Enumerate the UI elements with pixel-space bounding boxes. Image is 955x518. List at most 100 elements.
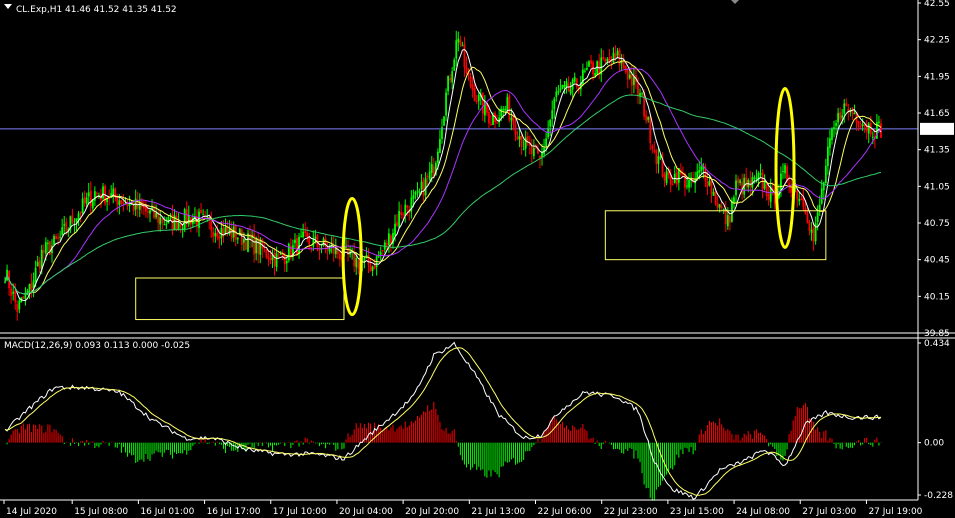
price-tick-label: 40.45 xyxy=(924,256,950,266)
candle-body xyxy=(469,76,472,87)
candle-body xyxy=(651,145,654,149)
price-tick-label: 39.85 xyxy=(924,329,950,339)
candle-body xyxy=(504,108,507,111)
candle-body xyxy=(22,296,25,299)
current-price-label: 41.52 xyxy=(924,125,950,135)
candle-body xyxy=(347,247,349,256)
candle-body xyxy=(18,300,21,310)
candle-body xyxy=(369,265,372,272)
candle-body xyxy=(871,136,874,138)
candle-body xyxy=(716,203,719,209)
candle-body xyxy=(575,78,578,87)
macd-tick-label: 0.434 xyxy=(924,339,950,349)
candle-body xyxy=(584,70,586,72)
candle-body xyxy=(424,178,427,196)
candle-body xyxy=(820,188,823,204)
candle-body xyxy=(418,191,421,193)
candle-body xyxy=(441,127,443,139)
candle-body xyxy=(308,237,311,245)
candle-body xyxy=(142,206,145,209)
candle-body xyxy=(426,175,429,178)
candle-body xyxy=(837,113,839,123)
candle-body xyxy=(75,218,78,222)
candle-body xyxy=(500,108,503,117)
candle-body xyxy=(367,255,370,265)
candle-body xyxy=(767,193,770,200)
candle-body xyxy=(784,165,786,174)
candle-body xyxy=(594,73,597,76)
candle-body xyxy=(379,252,382,255)
candle-body xyxy=(530,146,533,154)
candle-body xyxy=(590,60,592,64)
candle-body xyxy=(706,181,709,188)
candle-body xyxy=(216,232,219,238)
time-tick-label: 27 Jul 03:00 xyxy=(802,507,856,517)
candle-body xyxy=(726,215,729,227)
candle-body xyxy=(718,204,721,208)
candle-body xyxy=(36,261,39,267)
candle-body xyxy=(212,231,215,237)
candle-body xyxy=(630,74,633,86)
candle-body xyxy=(265,249,268,257)
candle-body xyxy=(488,111,490,124)
candle-body xyxy=(202,214,204,216)
candle-body xyxy=(394,223,396,236)
candle-body xyxy=(218,236,221,240)
candle-body xyxy=(179,224,182,227)
candle-body xyxy=(385,242,388,246)
candle-body xyxy=(569,89,572,94)
candle-body xyxy=(165,224,168,226)
candle-body xyxy=(381,250,384,252)
candle-body xyxy=(102,186,104,199)
candle-body xyxy=(390,235,392,243)
candle-body xyxy=(200,210,202,214)
candle-body xyxy=(622,61,625,69)
candle-body xyxy=(829,138,831,148)
candle-body xyxy=(357,260,360,269)
candle-body xyxy=(496,122,499,124)
candle-body xyxy=(655,150,658,165)
candle-body xyxy=(57,237,60,239)
candle-body xyxy=(516,136,519,140)
price-tick-label: 41.65 xyxy=(924,109,950,119)
candle-body xyxy=(626,70,629,80)
candle-body xyxy=(287,243,290,261)
candle-body xyxy=(737,178,739,184)
candle-body xyxy=(451,71,454,83)
candle-body xyxy=(338,253,341,260)
candle-body xyxy=(81,198,84,213)
time-tick-label: 14 Jul 2020 xyxy=(6,507,57,517)
candle-body xyxy=(865,126,868,132)
candle-body xyxy=(759,173,762,175)
candle-body xyxy=(641,93,643,95)
candle-body xyxy=(220,228,223,239)
candle-body xyxy=(808,222,811,231)
candle-body xyxy=(34,267,37,282)
candle-body xyxy=(457,38,460,43)
candle-body xyxy=(240,229,243,246)
candle-body xyxy=(861,123,864,127)
price-tick-label: 41.35 xyxy=(924,146,950,156)
time-tick-label: 23 Jul 15:00 xyxy=(670,507,724,517)
candle-body xyxy=(510,117,513,121)
candle-body xyxy=(520,136,523,147)
candle-body xyxy=(371,266,374,271)
candle-body xyxy=(490,123,492,125)
candle-body xyxy=(314,236,317,239)
candle-body xyxy=(159,217,162,225)
candle-body xyxy=(79,211,82,214)
candle-body xyxy=(826,146,829,167)
candle-body xyxy=(10,288,13,296)
candle-body xyxy=(720,206,723,209)
candle-body xyxy=(269,258,272,261)
candle-body xyxy=(502,108,505,111)
candle-body xyxy=(59,236,62,238)
candle-body xyxy=(63,224,66,226)
candle-body xyxy=(416,190,419,192)
time-tick-label: 22 Jul 23:00 xyxy=(604,507,658,517)
time-tick-label: 21 Jul 13:00 xyxy=(471,507,525,517)
candle-body xyxy=(782,170,784,172)
candle-body xyxy=(306,232,309,238)
candle-body xyxy=(402,214,405,216)
candle-body xyxy=(492,115,494,125)
